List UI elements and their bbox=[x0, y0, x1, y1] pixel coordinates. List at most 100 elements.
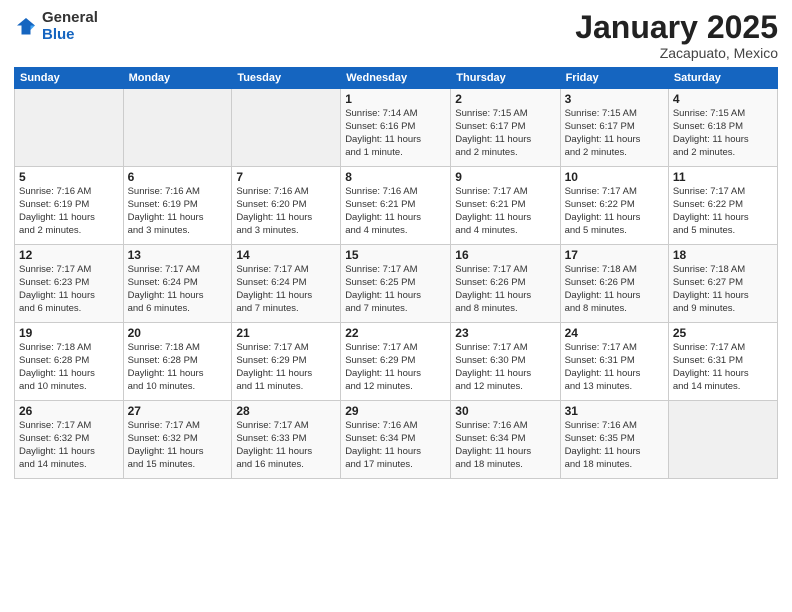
calendar: Sunday Monday Tuesday Wednesday Thursday… bbox=[14, 67, 778, 479]
day-number: 1 bbox=[345, 92, 446, 106]
day-number: 3 bbox=[565, 92, 664, 106]
day-info: Sunrise: 7:15 AMSunset: 6:17 PMDaylight:… bbox=[455, 108, 555, 159]
table-row: 29 Sunrise: 7:16 AMSunset: 6:34 PMDayligh… bbox=[341, 401, 451, 479]
week-row-4: 26 Sunrise: 7:17 AMSunset: 6:32 PMDayligh… bbox=[15, 401, 778, 479]
day-number: 28 bbox=[236, 404, 336, 418]
logo-blue-text: Blue bbox=[42, 27, 98, 44]
day-number: 5 bbox=[19, 170, 119, 184]
day-info: Sunrise: 7:16 AMSunset: 6:21 PMDaylight:… bbox=[345, 186, 446, 237]
day-info: Sunrise: 7:17 AMSunset: 6:26 PMDaylight:… bbox=[455, 264, 555, 315]
day-number: 17 bbox=[565, 248, 664, 262]
day-info: Sunrise: 7:18 AMSunset: 6:28 PMDaylight:… bbox=[19, 342, 119, 393]
day-info: Sunrise: 7:17 AMSunset: 6:24 PMDaylight:… bbox=[236, 264, 336, 315]
table-row: 23 Sunrise: 7:17 AMSunset: 6:30 PMDayligh… bbox=[451, 323, 560, 401]
day-number: 6 bbox=[128, 170, 228, 184]
table-row: 17 Sunrise: 7:18 AMSunset: 6:26 PMDayligh… bbox=[560, 245, 668, 323]
day-info: Sunrise: 7:16 AMSunset: 6:34 PMDaylight:… bbox=[455, 420, 555, 471]
day-info: Sunrise: 7:17 AMSunset: 6:29 PMDaylight:… bbox=[345, 342, 446, 393]
col-monday: Monday bbox=[123, 68, 232, 89]
day-number: 12 bbox=[19, 248, 119, 262]
table-row: 9 Sunrise: 7:17 AMSunset: 6:21 PMDaylight… bbox=[451, 167, 560, 245]
day-info: Sunrise: 7:17 AMSunset: 6:22 PMDaylight:… bbox=[673, 186, 773, 237]
week-row-3: 19Sunrise: 7:18 AMSunset: 6:28 PMDayligh… bbox=[15, 323, 778, 401]
table-row: 25Sunrise: 7:17 AMSunset: 6:31 PMDayligh… bbox=[668, 323, 777, 401]
day-number: 18 bbox=[673, 248, 773, 262]
table-row: 21 Sunrise: 7:17 AMSunset: 6:29 PMDayligh… bbox=[232, 323, 341, 401]
logo: General Blue bbox=[14, 10, 98, 43]
col-friday: Friday bbox=[560, 68, 668, 89]
table-row: 22 Sunrise: 7:17 AMSunset: 6:29 PMDayligh… bbox=[341, 323, 451, 401]
day-info: Sunrise: 7:17 AMSunset: 6:21 PMDaylight:… bbox=[455, 186, 555, 237]
day-info: Sunrise: 7:16 AMSunset: 6:35 PMDaylight:… bbox=[565, 420, 664, 471]
table-row: 31 Sunrise: 7:16 AMSunset: 6:35 PMDayligh… bbox=[560, 401, 668, 479]
day-info: Sunrise: 7:17 AMSunset: 6:29 PMDaylight:… bbox=[236, 342, 336, 393]
col-sunday: Sunday bbox=[15, 68, 124, 89]
day-number: 27 bbox=[128, 404, 228, 418]
day-number: 30 bbox=[455, 404, 555, 418]
week-row-0: 1 Sunrise: 7:14 AMSunset: 6:16 PMDaylight… bbox=[15, 89, 778, 167]
logo-icon bbox=[14, 15, 38, 39]
col-saturday: Saturday bbox=[668, 68, 777, 89]
day-number: 11 bbox=[673, 170, 773, 184]
day-number: 2 bbox=[455, 92, 555, 106]
table-row: 16 Sunrise: 7:17 AMSunset: 6:26 PMDayligh… bbox=[451, 245, 560, 323]
day-info: Sunrise: 7:17 AMSunset: 6:31 PMDaylight:… bbox=[673, 342, 773, 393]
table-row: 18 Sunrise: 7:18 AMSunset: 6:27 PMDayligh… bbox=[668, 245, 777, 323]
day-info: Sunrise: 7:17 AMSunset: 6:24 PMDaylight:… bbox=[128, 264, 228, 315]
day-info: Sunrise: 7:17 AMSunset: 6:31 PMDaylight:… bbox=[565, 342, 664, 393]
table-row: 1 Sunrise: 7:14 AMSunset: 6:16 PMDaylight… bbox=[341, 89, 451, 167]
month-title: January 2025 bbox=[575, 10, 778, 45]
table-row: 20 Sunrise: 7:18 AMSunset: 6:28 PMDayligh… bbox=[123, 323, 232, 401]
day-info: Sunrise: 7:17 AMSunset: 6:32 PMDaylight:… bbox=[19, 420, 119, 471]
title-block: January 2025 Zacapuato, Mexico bbox=[575, 10, 778, 61]
day-info: Sunrise: 7:16 AMSunset: 6:19 PMDaylight:… bbox=[19, 186, 119, 237]
table-row: 8 Sunrise: 7:16 AMSunset: 6:21 PMDaylight… bbox=[341, 167, 451, 245]
day-info: Sunrise: 7:17 AMSunset: 6:23 PMDaylight:… bbox=[19, 264, 119, 315]
table-row bbox=[232, 89, 341, 167]
table-row bbox=[123, 89, 232, 167]
day-number: 14 bbox=[236, 248, 336, 262]
logo-text: General Blue bbox=[42, 10, 98, 43]
day-number: 16 bbox=[455, 248, 555, 262]
day-number: 23 bbox=[455, 326, 555, 340]
day-number: 21 bbox=[236, 326, 336, 340]
table-row: 13 Sunrise: 7:17 AMSunset: 6:24 PMDayligh… bbox=[123, 245, 232, 323]
table-row: 27 Sunrise: 7:17 AMSunset: 6:32 PMDayligh… bbox=[123, 401, 232, 479]
day-info: Sunrise: 7:18 AMSunset: 6:26 PMDaylight:… bbox=[565, 264, 664, 315]
day-info: Sunrise: 7:17 AMSunset: 6:33 PMDaylight:… bbox=[236, 420, 336, 471]
day-number: 20 bbox=[128, 326, 228, 340]
table-row: 30 Sunrise: 7:16 AMSunset: 6:34 PMDayligh… bbox=[451, 401, 560, 479]
day-info: Sunrise: 7:17 AMSunset: 6:30 PMDaylight:… bbox=[455, 342, 555, 393]
day-info: Sunrise: 7:18 AMSunset: 6:27 PMDaylight:… bbox=[673, 264, 773, 315]
day-number: 26 bbox=[19, 404, 119, 418]
day-info: Sunrise: 7:18 AMSunset: 6:28 PMDaylight:… bbox=[128, 342, 228, 393]
day-info: Sunrise: 7:17 AMSunset: 6:32 PMDaylight:… bbox=[128, 420, 228, 471]
day-number: 31 bbox=[565, 404, 664, 418]
day-info: Sunrise: 7:14 AMSunset: 6:16 PMDaylight:… bbox=[345, 108, 446, 159]
header: General Blue January 2025 Zacapuato, Mex… bbox=[14, 10, 778, 61]
day-info: Sunrise: 7:15 AMSunset: 6:18 PMDaylight:… bbox=[673, 108, 773, 159]
table-row bbox=[668, 401, 777, 479]
day-number: 13 bbox=[128, 248, 228, 262]
table-row: 10Sunrise: 7:17 AMSunset: 6:22 PMDayligh… bbox=[560, 167, 668, 245]
col-wednesday: Wednesday bbox=[341, 68, 451, 89]
table-row: 6Sunrise: 7:16 AMSunset: 6:19 PMDaylight… bbox=[123, 167, 232, 245]
week-row-2: 12 Sunrise: 7:17 AMSunset: 6:23 PMDayligh… bbox=[15, 245, 778, 323]
day-number: 24 bbox=[565, 326, 664, 340]
table-row: 7Sunrise: 7:16 AMSunset: 6:20 PMDaylight… bbox=[232, 167, 341, 245]
day-info: Sunrise: 7:17 AMSunset: 6:25 PMDaylight:… bbox=[345, 264, 446, 315]
table-row: 28 Sunrise: 7:17 AMSunset: 6:33 PMDayligh… bbox=[232, 401, 341, 479]
day-number: 9 bbox=[455, 170, 555, 184]
day-number: 29 bbox=[345, 404, 446, 418]
day-number: 8 bbox=[345, 170, 446, 184]
table-row: 3Sunrise: 7:15 AMSunset: 6:17 PMDaylight… bbox=[560, 89, 668, 167]
col-tuesday: Tuesday bbox=[232, 68, 341, 89]
day-info: Sunrise: 7:16 AMSunset: 6:20 PMDaylight:… bbox=[236, 186, 336, 237]
table-row: 15Sunrise: 7:17 AMSunset: 6:25 PMDayligh… bbox=[341, 245, 451, 323]
table-row: 19Sunrise: 7:18 AMSunset: 6:28 PMDayligh… bbox=[15, 323, 124, 401]
day-number: 22 bbox=[345, 326, 446, 340]
table-row bbox=[15, 89, 124, 167]
week-row-1: 5 Sunrise: 7:16 AMSunset: 6:19 PMDaylight… bbox=[15, 167, 778, 245]
day-info: Sunrise: 7:16 AMSunset: 6:34 PMDaylight:… bbox=[345, 420, 446, 471]
table-row: 26 Sunrise: 7:17 AMSunset: 6:32 PMDayligh… bbox=[15, 401, 124, 479]
